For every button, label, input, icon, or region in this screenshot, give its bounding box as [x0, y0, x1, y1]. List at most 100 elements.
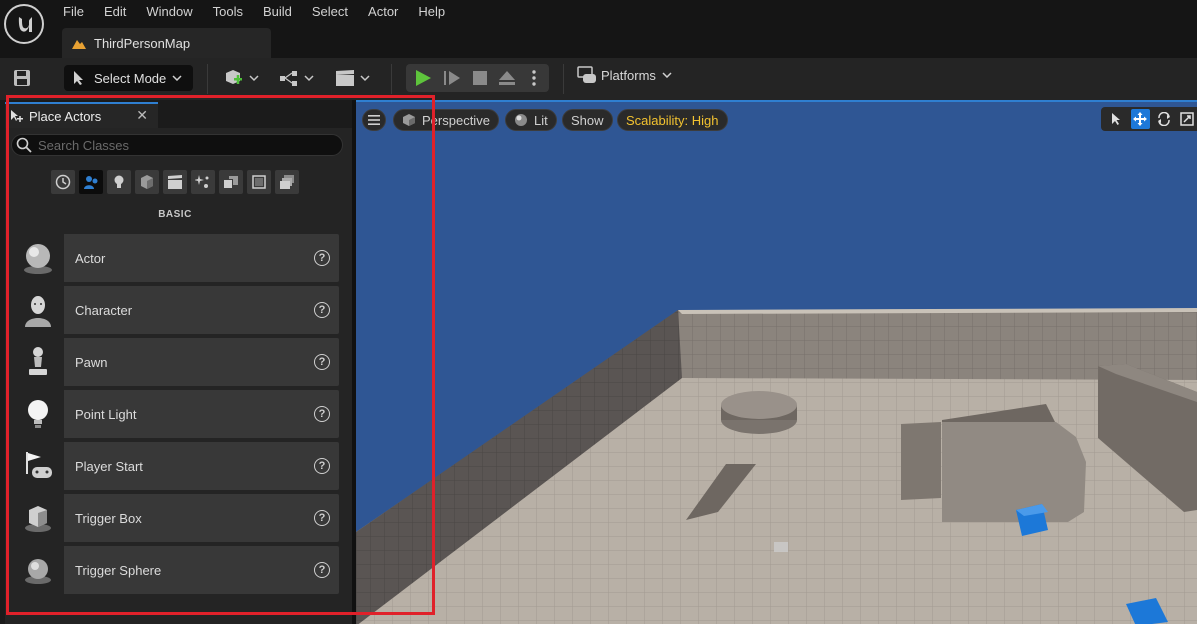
view-mode-label: Lit [534, 112, 548, 128]
help-icon[interactable]: ? [314, 250, 330, 266]
save-icon [14, 70, 30, 86]
actor-item-trigger-sphere[interactable]: Trigger Sphere ? [11, 546, 339, 594]
geometry-category-tab[interactable] [219, 170, 243, 194]
platforms-icon [577, 66, 596, 83]
play-icon [416, 70, 431, 86]
menu-window[interactable]: Window [146, 4, 192, 20]
scene-render[interactable] [356, 102, 1197, 624]
shapes-category-tab[interactable] [135, 170, 159, 194]
list-item-label: Trigger Box [75, 510, 142, 526]
eject-icon [499, 71, 515, 85]
all-classes-category-tab[interactable] [275, 170, 299, 194]
section-heading: BASIC [158, 209, 192, 220]
help-icon[interactable]: ? [314, 510, 330, 526]
place-actors-icon [11, 110, 23, 122]
cinematic-category-tab[interactable] [163, 170, 187, 194]
map-tab-label: ThirdPersonMap [94, 35, 191, 51]
view-mode-button[interactable]: Lit [505, 109, 557, 131]
viewport-options-button[interactable] [362, 109, 386, 131]
place-actors-panel: Place Actors ✕ BASIC Actor ? [0, 100, 356, 624]
add-actor-button[interactable] [224, 68, 260, 88]
toolbar-divider [207, 64, 208, 94]
search-box [11, 134, 343, 156]
unreal-logo-icon[interactable] [4, 4, 44, 44]
list-item-label: Trigger Sphere [75, 562, 162, 578]
menu-build[interactable]: Build [263, 4, 292, 20]
menu-help[interactable]: Help [418, 4, 445, 20]
list-item-label: Pawn [75, 354, 108, 370]
lights-category-tab[interactable] [107, 170, 131, 194]
search-icon [16, 137, 32, 153]
select-mode-dropdown[interactable]: Select Mode [64, 65, 193, 91]
list-item-label: Player Start [75, 458, 143, 474]
cube-icon [141, 175, 153, 189]
actor-list: Actor ? Character ? Pawn ? Point Light ?… [11, 234, 339, 598]
help-icon[interactable]: ? [314, 354, 330, 370]
platforms-dropdown[interactable]: Platforms [577, 66, 672, 84]
list-item-label: Point Light [75, 406, 137, 422]
transform-tools [1101, 107, 1197, 131]
rotate-icon [1157, 112, 1170, 126]
scalability-label: Scalability: High [626, 112, 719, 128]
actor-item-player-start[interactable]: Player Start ? [11, 442, 339, 490]
blueprint-icon [280, 71, 314, 86]
visual-effects-category-tab[interactable] [191, 170, 215, 194]
skip-forward-icon [444, 71, 460, 85]
main-toolbar: Select Mode Platforms [0, 58, 1197, 100]
menu-edit[interactable]: Edit [104, 4, 126, 20]
help-icon[interactable]: ? [314, 458, 330, 474]
scalability-button[interactable]: Scalability: High [617, 109, 728, 131]
stop-button[interactable] [472, 70, 488, 86]
menu-select[interactable]: Select [312, 4, 348, 20]
toolbar-divider [391, 64, 392, 94]
map-tab[interactable]: ThirdPersonMap [62, 28, 271, 58]
help-icon[interactable]: ? [314, 406, 330, 422]
place-actors-tab[interactable]: Place Actors ✕ [5, 102, 158, 128]
search-input[interactable] [38, 137, 328, 153]
menu-tools[interactable]: Tools [213, 4, 243, 20]
hamburger-menu-icon [368, 115, 380, 125]
list-item-label: Actor [75, 250, 106, 266]
clock-icon [55, 174, 71, 190]
menu-file[interactable]: File [63, 4, 84, 20]
volumes-category-tab[interactable] [247, 170, 271, 194]
sphere-actor-icon [11, 234, 64, 282]
play-button[interactable] [414, 69, 432, 87]
stop-icon [473, 71, 487, 85]
basic-category-tab[interactable] [79, 170, 103, 194]
trigger-sphere-icon [11, 546, 64, 594]
actor-item-trigger-box[interactable]: Trigger Box ? [11, 494, 339, 542]
scale-tool-button[interactable] [1178, 109, 1197, 129]
level-viewport[interactable]: Perspective Lit Show Scalability: High [356, 100, 1197, 624]
clapperboard-icon [336, 70, 370, 86]
sparkles-icon [195, 175, 209, 188]
actor-item-character[interactable]: Character ? [11, 286, 339, 334]
actor-item-pawn[interactable]: Pawn ? [11, 338, 339, 386]
menu-actor[interactable]: Actor [368, 4, 398, 20]
actor-item-point-light[interactable]: Point Light ? [11, 390, 339, 438]
show-label: Show [571, 112, 604, 128]
recent-category-tab[interactable] [51, 170, 75, 194]
eject-button[interactable] [498, 69, 516, 87]
rotate-tool-button[interactable] [1154, 109, 1174, 129]
save-button[interactable] [12, 68, 32, 88]
list-item-label: Character [75, 302, 133, 318]
move-arrows-icon [1133, 112, 1148, 126]
cinematics-button[interactable] [334, 68, 372, 88]
perspective-label: Perspective [422, 112, 490, 128]
level-icon [72, 40, 86, 49]
blueprint-button[interactable] [278, 68, 316, 88]
select-tool-button[interactable] [1107, 109, 1127, 129]
translate-tool-button[interactable] [1130, 109, 1150, 129]
basic-actors-icon [84, 176, 98, 189]
close-icon[interactable]: ✕ [136, 107, 148, 124]
chevron-down-icon [662, 72, 672, 78]
actor-item-actor[interactable]: Actor ? [11, 234, 339, 282]
show-flags-button[interactable]: Show [562, 109, 613, 131]
play-options-button[interactable] [531, 69, 537, 87]
perspective-button[interactable]: Perspective [393, 109, 499, 131]
help-icon[interactable]: ? [314, 302, 330, 318]
category-tabs [51, 170, 299, 194]
advance-frame-button[interactable] [443, 69, 461, 87]
help-icon[interactable]: ? [314, 562, 330, 578]
